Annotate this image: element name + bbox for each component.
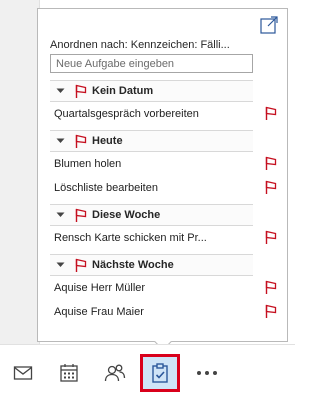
task-item[interactable]: Aquise Herr Müller	[50, 276, 277, 300]
flag-icon[interactable]	[265, 106, 277, 123]
new-task-input[interactable]	[50, 54, 253, 73]
flag-icon	[70, 84, 92, 98]
more-nav-button[interactable]	[190, 357, 224, 389]
task-item[interactable]: Blumen holen	[50, 152, 277, 176]
chevron-down-icon[interactable]	[50, 212, 70, 218]
calendar-nav-button[interactable]	[52, 357, 86, 389]
chevron-down-icon[interactable]	[50, 262, 70, 268]
task-item[interactable]: Löschliste bearbeiten	[50, 176, 277, 200]
more-icon	[197, 371, 217, 375]
flag-icon	[70, 258, 92, 272]
flag-icon[interactable]	[265, 156, 277, 173]
task-item[interactable]: Quartalsgespräch vorbereiten	[50, 102, 277, 126]
group-title: Heute	[92, 135, 123, 147]
flag-icon[interactable]	[265, 230, 277, 247]
group-header[interactable]: Diese Woche	[50, 204, 253, 226]
group-title: Kein Datum	[92, 85, 154, 97]
calendar-icon	[60, 364, 78, 382]
arrange-by-label[interactable]: Anordnen nach: Kennzeichen: Fälli...	[50, 39, 278, 51]
task-title[interactable]: Blumen holen	[50, 158, 220, 170]
flag-icon[interactable]	[265, 280, 277, 297]
flag-icon	[70, 134, 92, 148]
pop-out-icon[interactable]	[259, 15, 279, 35]
task-item[interactable]: Aquise Frau Maier	[50, 300, 277, 324]
left-pane	[0, 0, 40, 344]
group-header[interactable]: Kein Datum	[50, 80, 253, 102]
task-title[interactable]: Löschliste bearbeiten	[50, 182, 220, 194]
mail-nav-button[interactable]	[6, 357, 40, 389]
flag-icon[interactable]	[265, 304, 277, 321]
task-list: Kein Datum Quartalsgespräch vorbereiten He…	[50, 80, 277, 324]
mail-icon	[13, 366, 33, 380]
task-title[interactable]: Rensch Karte schicken mit Pr...	[50, 232, 220, 244]
chevron-down-icon[interactable]	[50, 88, 70, 94]
task-title[interactable]: Aquise Frau Maier	[50, 306, 220, 318]
flag-icon[interactable]	[265, 180, 277, 197]
group-header[interactable]: Nächste Woche	[50, 254, 253, 276]
task-item[interactable]: Rensch Karte schicken mit Pr...	[50, 226, 277, 250]
task-title[interactable]: Quartalsgespräch vorbereiten	[50, 108, 220, 120]
bottom-navigation	[0, 344, 295, 400]
people-icon	[104, 364, 126, 382]
chevron-down-icon[interactable]	[50, 138, 70, 144]
group-title: Diese Woche	[92, 209, 161, 221]
tasks-icon	[152, 363, 168, 383]
group-header[interactable]: Heute	[50, 130, 253, 152]
flag-icon	[70, 208, 92, 222]
people-nav-button[interactable]	[98, 357, 132, 389]
task-title[interactable]: Aquise Herr Müller	[50, 282, 220, 294]
group-title: Nächste Woche	[92, 259, 174, 271]
tasks-nav-button[interactable]	[140, 354, 180, 392]
tasks-peek-popup: Anordnen nach: Kennzeichen: Fälli... Kei…	[37, 8, 288, 342]
